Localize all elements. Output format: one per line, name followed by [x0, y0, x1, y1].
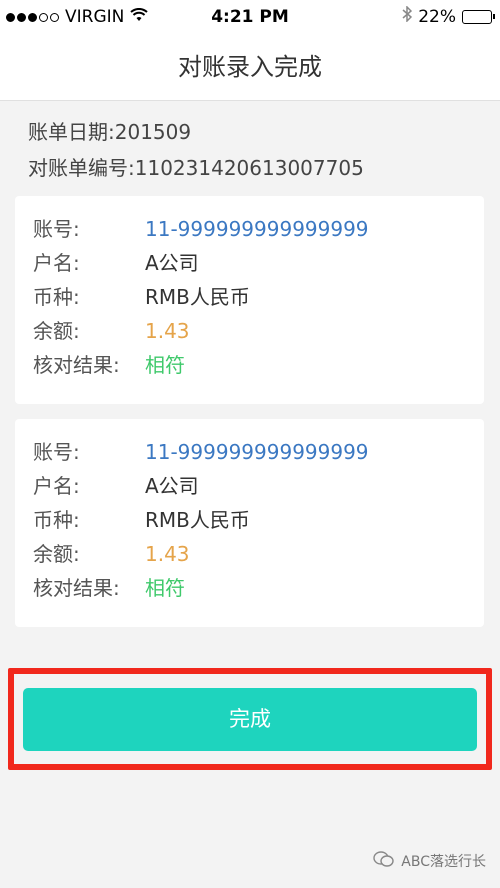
- account-name-value: A公司: [145, 474, 199, 498]
- account-value: 11-999999999999999: [145, 440, 369, 464]
- result-value: 相符: [145, 576, 185, 600]
- currency-label: 币种:: [33, 285, 80, 309]
- currency-label: 币种:: [33, 508, 80, 532]
- balance-row: 余额: 1.43: [33, 537, 190, 571]
- statement-number-label: 对账单编号:: [28, 156, 135, 180]
- statement-number-row: 对账单编号: 110231420613007705: [28, 150, 364, 186]
- balance-label: 余额:: [33, 542, 80, 566]
- account-row: 账号: 11-999999999999999: [33, 435, 369, 469]
- balance-row: 余额: 1.43: [33, 314, 190, 348]
- wechat-icon: [373, 850, 395, 872]
- currency-row: 币种: RMB人民币: [33, 280, 250, 314]
- balance-label: 余额:: [33, 319, 80, 343]
- account-name-label: 户名:: [33, 474, 80, 498]
- battery-percent: 22%: [418, 6, 456, 27]
- statement-summary: 账单日期: 201509 对账单编号: 110231420613007705: [28, 114, 364, 186]
- done-button[interactable]: 完成: [23, 688, 477, 751]
- result-label: 核对结果:: [33, 353, 120, 377]
- account-card: 账号: 11-999999999999999 户名: A公司 币种: RMB人民…: [15, 196, 484, 404]
- result-row: 核对结果: 相符: [33, 571, 185, 605]
- account-name-row: 户名: A公司: [33, 469, 199, 503]
- account-label: 账号:: [33, 440, 80, 464]
- balance-value: 1.43: [145, 319, 190, 343]
- watermark-text: ABC落选行长: [401, 854, 486, 870]
- account-name-label: 户名:: [33, 251, 80, 275]
- battery-icon: [462, 9, 495, 24]
- result-row: 核对结果: 相符: [33, 348, 185, 382]
- result-value: 相符: [145, 353, 185, 377]
- status-right: 22%: [402, 5, 495, 27]
- status-bar: VIRGIN 4:21 PM 22%: [0, 0, 500, 34]
- account-label: 账号:: [33, 217, 80, 241]
- account-name-row: 户名: A公司: [33, 246, 199, 280]
- account-value: 11-999999999999999: [145, 217, 369, 241]
- bluetooth-icon: [402, 5, 413, 27]
- currency-row: 币种: RMB人民币: [33, 503, 250, 537]
- result-label: 核对结果:: [33, 576, 120, 600]
- currency-value: RMB人民币: [145, 508, 250, 532]
- balance-value: 1.43: [145, 542, 190, 566]
- page-title: 对账录入完成: [0, 34, 500, 100]
- account-card: 账号: 11-999999999999999 户名: A公司 币种: RMB人民…: [15, 419, 484, 627]
- account-row: 账号: 11-999999999999999: [33, 212, 369, 246]
- bill-date-value: 201509: [114, 120, 192, 144]
- statement-number-value: 110231420613007705: [134, 156, 364, 180]
- currency-value: RMB人民币: [145, 285, 250, 309]
- nav-divider: [0, 100, 500, 101]
- watermark: ABC落选行长: [373, 850, 486, 872]
- bill-date-row: 账单日期: 201509: [28, 114, 364, 150]
- account-name-value: A公司: [145, 251, 199, 275]
- bill-date-label: 账单日期:: [28, 120, 115, 144]
